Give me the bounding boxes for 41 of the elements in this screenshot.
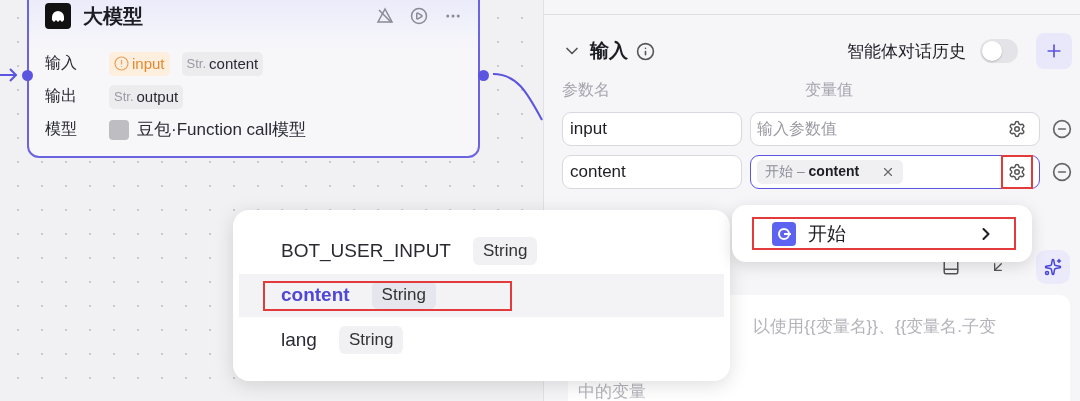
source-option[interactable]: 开始 [752,217,1016,250]
param-value-field[interactable]: 开始 – content [750,155,1040,189]
column-header: 变量值 [805,79,854,100]
variable-tag: Str. content [181,51,264,76]
llm-node-card[interactable]: 大模型 输入 input Str. content 输出 Str. output 模型 豆包·Function call模型 [27,0,480,158]
type-tag: String [473,237,538,266]
row-label: 输入 [45,53,78,73]
reference-chip: 开始 – content [757,160,904,184]
model-name: 豆包·Function call模型 [109,117,307,142]
type-tag: String [338,325,404,354]
info-icon[interactable] [636,41,655,61]
model-icon [109,119,129,140]
remove-row-icon[interactable] [1052,162,1072,182]
row-label: 模型 [45,119,78,139]
output-port[interactable] [478,70,489,81]
variable-option[interactable]: content String [239,274,724,317]
ai-button[interactable] [1036,250,1070,284]
row-label: 输出 [45,86,78,106]
param-name-field[interactable]: content [562,155,742,189]
param-name-field[interactable]: input [562,112,742,146]
variable-tag: Str. output [109,84,184,109]
remove-row-icon[interactable] [1052,119,1072,139]
type-tag: String [371,281,437,310]
connector-line [492,72,543,122]
start-node-icon [772,221,796,246]
play-icon[interactable] [410,7,428,25]
settings-icon[interactable] [1001,155,1033,189]
input-port[interactable] [22,70,33,81]
variable-option[interactable]: BOT_USER_INPUT String [239,230,724,273]
node-title: 大模型 [83,3,144,29]
warning-icon [114,56,129,71]
incoming-arrow-icon [0,66,18,84]
add-button[interactable] [1036,33,1072,69]
crossed-triangle-icon[interactable] [376,7,394,25]
ghost-logo-icon [45,3,71,29]
history-label: 智能体对话历史 [847,40,966,63]
variable-tag: input [109,51,170,76]
history-toggle[interactable] [980,39,1018,63]
sparkle-icon [1044,258,1062,276]
section-title: 输入 [590,39,628,63]
column-header: 参数名 [562,79,611,100]
